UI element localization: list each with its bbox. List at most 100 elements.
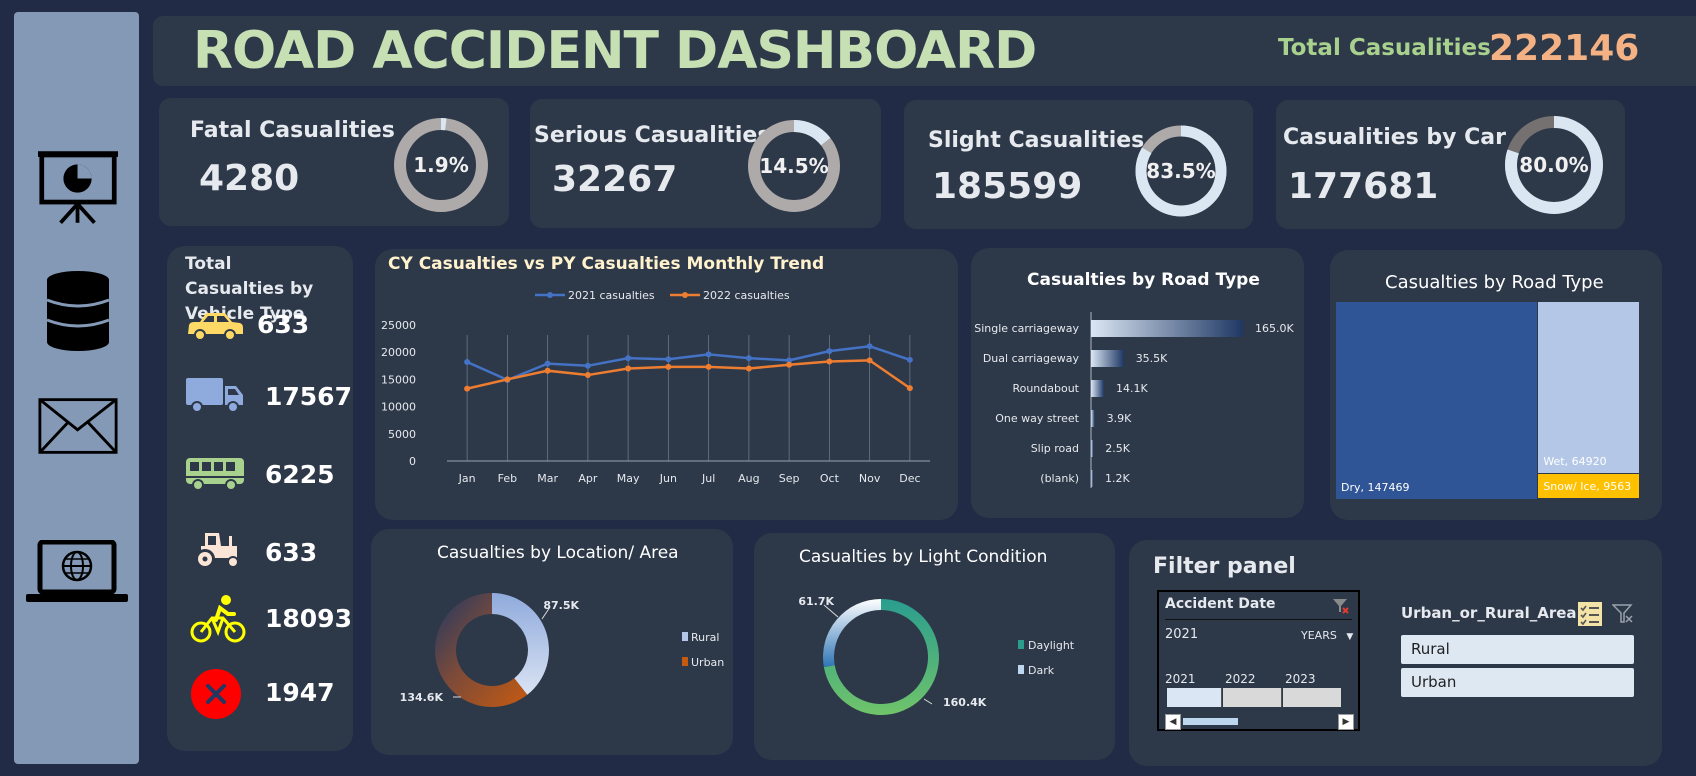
data-label: 160.4K (943, 696, 987, 709)
web-laptop-icon[interactable] (26, 540, 128, 604)
location-panel: Casualties by Location/ Area 87.5K 134.6K… (371, 529, 733, 755)
vehicle-value: 633 (257, 310, 310, 339)
road-type-bar-chart: Single carriageway 165.0K Dual carriageway… (974, 312, 1294, 488)
timeline-bar-2022[interactable] (1223, 688, 1282, 707)
kpi-value: 185599 (932, 166, 1083, 207)
multi-select-icon[interactable] (1578, 602, 1602, 626)
x-tick-label: Jan (458, 472, 476, 485)
kpi-percent: 83.5% (1146, 159, 1215, 183)
car-icon (188, 313, 243, 341)
bicycle-icon (190, 595, 246, 643)
vehicle-value: 633 (265, 538, 318, 567)
label-leader (923, 698, 933, 705)
kpi-value: 32267 (552, 159, 678, 200)
treemap-title: Casualties by Road Type (1385, 272, 1604, 293)
category-label: (blank) (1040, 472, 1079, 485)
data-label: 2.5K (1105, 442, 1130, 455)
area-option-rural[interactable]: Rural (1401, 635, 1634, 664)
timeline-bar-2021[interactable] (1167, 688, 1222, 707)
light-condition-panel: Casualties by Light Condition 160.4K 61.7… (754, 533, 1115, 760)
x-tick-label: Apr (578, 472, 598, 485)
vehicle-row-truck: 17567 (185, 376, 352, 426)
x-tick-label: Jul (701, 472, 715, 485)
data-point (584, 372, 591, 379)
treemap-cell: Snow/ Ice, 9563 (1538, 473, 1639, 498)
scroll-left-icon[interactable]: ◀ (1165, 714, 1181, 730)
data-label: 14.1K (1116, 382, 1148, 395)
y-tick-label: 5000 (388, 428, 416, 441)
data-point (625, 355, 632, 362)
timeline-bar-2023[interactable] (1283, 688, 1341, 707)
data-label: 1.2K (1105, 472, 1130, 485)
legend-swatch (682, 657, 688, 666)
data-point (826, 348, 833, 355)
y-tick-label: 20000 (381, 346, 416, 359)
data-point (866, 343, 873, 350)
bus-icon (186, 458, 244, 491)
treemap-label: Wet, 64920 (1543, 454, 1607, 468)
truck-icon (186, 378, 243, 413)
clear-filter-icon[interactable] (1332, 598, 1350, 614)
data-label: 61.7K (798, 595, 834, 608)
timeline-scrollbar[interactable] (1183, 718, 1238, 725)
database-icon[interactable] (38, 270, 118, 352)
category-label: Dual carriageway (983, 352, 1080, 365)
kpi-card-serious: Serious Casualities 32267 14.5% (530, 99, 881, 228)
legend-label: Urban (691, 656, 724, 669)
legend-label: 2021 casualties (568, 289, 655, 302)
data-point (665, 356, 672, 363)
series-line (466, 359, 911, 390)
road-type-bar-panel: Casualties by Road Type Single carriagew… (971, 248, 1304, 518)
vehicle-type-panel: Total Casualties by Vehicle Type 633 175… (167, 246, 353, 751)
vehicle-row-other: 1947 (185, 668, 335, 719)
area-option-urban[interactable]: Urban (1401, 668, 1634, 697)
legend-label: Daylight (1028, 639, 1075, 652)
data-point (665, 363, 672, 370)
kpi-percent: 14.5% (759, 154, 828, 178)
kpi-donut: 1.9% (394, 118, 488, 212)
legend-label: Dark (1028, 664, 1055, 677)
treemap-chart: Dry, 147469 Wet, 64920 Snow/ Ice, 9563 (1336, 302, 1639, 499)
area-slicer-title: Urban_or_Rural_Area (1401, 604, 1577, 622)
legend-marker (547, 292, 553, 298)
treemap-cell: Wet, 64920 (1538, 302, 1639, 473)
legend-label: 2022 casualties (703, 289, 790, 302)
trend-line-chart: 2021 casualties 2022 casualties 25000 20000… (381, 289, 930, 485)
kpi-percent: 80.0% (1519, 153, 1588, 177)
kpi-card-slight: Slight Casualities 185599 83.5% (904, 100, 1253, 229)
treemap-cell: Dry, 147469 (1336, 302, 1538, 499)
donut-slice (823, 599, 881, 668)
mail-icon[interactable] (38, 396, 118, 456)
data-label: 165.0K (1255, 322, 1294, 335)
accident-date-slicer[interactable]: Accident Date 2021 YEARS ▼ 2021 2022 202… (1157, 590, 1360, 731)
road-surface-treemap-panel: Casualties by Road Type Dry, 147469 Wet, … (1330, 250, 1662, 520)
data-point (464, 358, 471, 365)
scroll-right-icon[interactable]: ▶ (1338, 714, 1354, 730)
page-title: ROAD ACCIDENT DASHBOARD (193, 21, 1037, 81)
bar (1091, 440, 1094, 457)
light-donut-chart: 160.4K 61.7K Daylight Dark (798, 595, 1075, 715)
treemap-label: Snow/ Ice, 9563 (1543, 479, 1632, 493)
data-point (826, 358, 833, 365)
x-tick-label: Dec (899, 472, 920, 485)
x-tick-label: Aug (738, 472, 759, 485)
presentation-icon[interactable] (38, 147, 118, 227)
data-point (464, 385, 471, 392)
data-point (544, 360, 551, 367)
kpi-card-car: Casualities by Car 177681 80.0% (1276, 100, 1625, 229)
timeline-level-dropdown[interactable]: YEARS ▼ (1301, 629, 1353, 642)
data-point (906, 385, 913, 392)
vehicle-row-bus: 6225 (185, 456, 335, 506)
data-point (544, 367, 551, 374)
x-tick-label: Oct (820, 472, 840, 485)
kpi-donut: 80.0% (1505, 116, 1603, 214)
y-tick-label: 0 (409, 455, 416, 468)
vehicle-row-bicycle: 18093 (185, 594, 352, 644)
clear-filter-icon[interactable] (1612, 604, 1634, 624)
total-casualties-label: Total Casualities (1278, 35, 1491, 61)
category-label: One way street (995, 412, 1079, 425)
kpi-title: Serious Casualities (534, 123, 771, 148)
filter-panel: Filter panel Accident Date 2021 YEARS ▼ … (1129, 540, 1662, 766)
timeline-year-label: 2022 (1225, 672, 1256, 686)
data-point (745, 365, 752, 372)
